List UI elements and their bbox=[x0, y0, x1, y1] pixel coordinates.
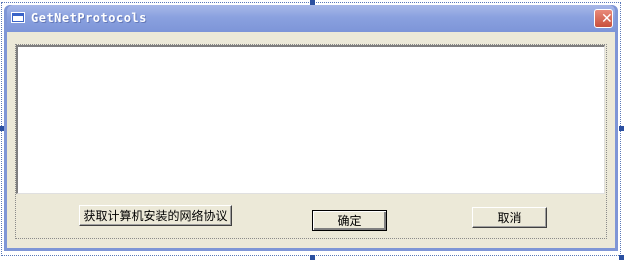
ok-button[interactable]: 确定 bbox=[312, 210, 387, 231]
resize-handle-bottom-right[interactable] bbox=[619, 255, 624, 260]
resize-handle-right[interactable] bbox=[619, 126, 624, 131]
protocols-listbox[interactable] bbox=[16, 45, 605, 194]
get-protocols-button[interactable]: 获取计算机安装的网络协议 bbox=[79, 205, 232, 226]
close-icon[interactable]: ✕ bbox=[594, 9, 613, 28]
window-icon bbox=[11, 12, 25, 23]
dialog-client-area: 获取计算机安装的网络协议 确定 取消 bbox=[7, 32, 615, 248]
window-title: GetNetProtocols bbox=[31, 11, 147, 25]
dialog-window: GetNetProtocols ✕ 获取计算机安装的网络协议 确定 取消 bbox=[4, 5, 618, 251]
resize-handle-bottom[interactable] bbox=[310, 255, 315, 260]
title-bar[interactable]: GetNetProtocols ✕ bbox=[7, 5, 615, 32]
cancel-button[interactable]: 取消 bbox=[472, 207, 547, 228]
